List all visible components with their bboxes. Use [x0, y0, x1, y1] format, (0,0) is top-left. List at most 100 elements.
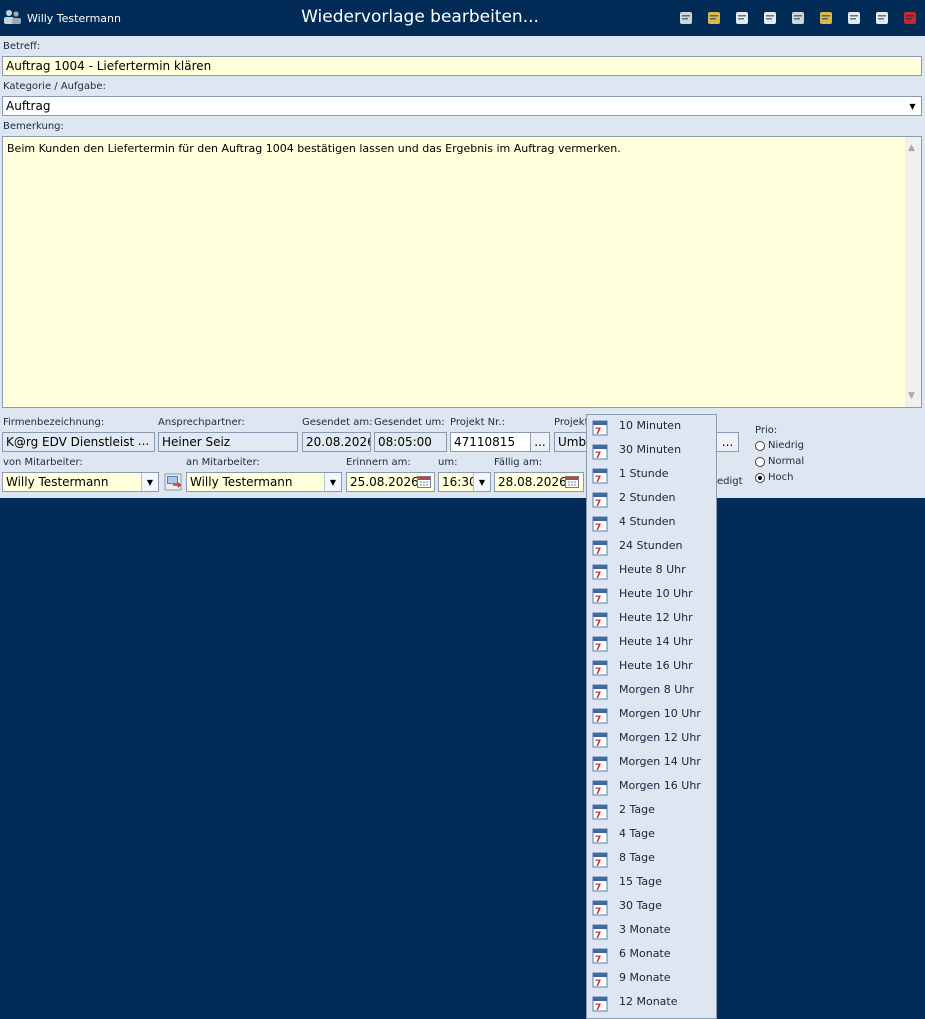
dropdown-item[interactable]: 7 Morgen 10 Uhr — [587, 703, 716, 727]
bemerkung-text: Beim Kunden den Liefertermin für den Auf… — [7, 142, 621, 155]
calendar-icon: 7 — [592, 660, 608, 676]
dropdown-item[interactable]: 7 2 Tage — [587, 799, 716, 823]
an-dropdown-arrow[interactable]: ▼ — [324, 473, 341, 491]
radio-dot — [755, 440, 765, 451]
an-mitarbeiter-select[interactable]: Willy Testermann — [186, 472, 342, 492]
svg-text:7: 7 — [595, 859, 601, 868]
um-value: 16:30 — [442, 475, 477, 489]
dropdown-item[interactable]: 7 3 Monate — [587, 919, 716, 943]
dropdown-item[interactable]: 7 1 Stunde — [587, 463, 716, 487]
projekt-nr-input[interactable]: 47110815 — [450, 432, 531, 452]
prio-option-label: Normal — [768, 456, 805, 467]
calendar-icon: 7 — [592, 468, 608, 484]
transfer-user-icon[interactable] — [164, 473, 182, 491]
dropdown-item[interactable]: 7 Heute 12 Uhr — [587, 607, 716, 631]
save-icon[interactable] — [873, 9, 891, 27]
projekt-lookup-button[interactable]: ... — [716, 432, 739, 452]
edit-form: Betreff: Auftrag 1004 - Liefertermin klä… — [0, 36, 925, 498]
svg-text:7: 7 — [595, 523, 601, 532]
calendar-icon: 7 — [592, 828, 608, 844]
dropdown-item[interactable]: 7 6 Monate — [587, 943, 716, 967]
von-label: von Mitarbeiter: — [3, 457, 83, 468]
calendar-icon: 7 — [592, 708, 608, 724]
prio-radio-niedrig[interactable]: Niedrig — [755, 440, 804, 451]
memo-scrollbar[interactable]: ▲ ▼ — [905, 137, 921, 407]
dropdown-item[interactable]: 7 10 Minuten — [587, 415, 716, 439]
dropdown-item[interactable]: 7 2 Stunden — [587, 487, 716, 511]
radio-dot — [755, 456, 765, 467]
von-value: Willy Testermann — [6, 475, 109, 489]
print-icon[interactable] — [789, 9, 807, 27]
gesendet-um-field: 08:05:00 — [374, 432, 447, 452]
dropdown-item[interactable]: 7 4 Tage — [587, 823, 716, 847]
phone-book-icon[interactable] — [705, 9, 723, 27]
von-dropdown-arrow[interactable]: ▼ — [141, 473, 158, 491]
exit-icon[interactable] — [901, 9, 919, 27]
dropdown-item[interactable]: 7 15 Tage — [587, 871, 716, 895]
copy-icon[interactable] — [761, 9, 779, 27]
svg-text:7: 7 — [595, 475, 601, 484]
dropdown-item[interactable]: 7 4 Stunden — [587, 511, 716, 535]
svg-text:7: 7 — [595, 883, 601, 892]
dropdown-item-label: 12 Monate — [619, 995, 678, 1008]
von-mitarbeiter-select[interactable]: Willy Testermann — [2, 472, 159, 492]
dropdown-item[interactable]: 7 Morgen 12 Uhr — [587, 727, 716, 751]
dropdown-item[interactable]: 7 Heute 8 Uhr — [587, 559, 716, 583]
calendar-icon: 7 — [592, 684, 608, 700]
bemerkung-textarea[interactable]: Beim Kunden den Liefertermin für den Auf… — [2, 136, 922, 408]
svg-text:7: 7 — [595, 955, 601, 964]
svg-text:7: 7 — [595, 739, 601, 748]
scroll-up-icon[interactable]: ▲ — [908, 141, 915, 155]
dropdown-item[interactable]: 7 8 Tage — [587, 847, 716, 871]
projekt-label: Projekt — [554, 417, 589, 428]
kategorie-select[interactable]: Auftrag — [2, 96, 922, 116]
dropdown-item[interactable]: 7 24 Stunden — [587, 535, 716, 559]
dropdown-item[interactable]: 7 Morgen 16 Uhr — [587, 775, 716, 799]
delete-document-icon[interactable] — [845, 9, 863, 27]
wand-icon[interactable] — [817, 9, 835, 27]
prio-radio-hoch[interactable]: Hoch — [755, 472, 793, 483]
betreff-input[interactable]: Auftrag 1004 - Liefertermin klären — [2, 56, 922, 76]
calendar-icon: 7 — [592, 492, 608, 508]
dropdown-item-label: Morgen 10 Uhr — [619, 707, 701, 720]
svg-text:7: 7 — [595, 571, 601, 580]
dropdown-item[interactable]: 7 Morgen 8 Uhr — [587, 679, 716, 703]
gear-icon[interactable] — [677, 9, 695, 27]
prio-radio-normal[interactable]: Normal — [755, 456, 804, 467]
projekt-nr-lookup-button[interactable]: ... — [530, 432, 550, 452]
calendar-icon: 7 — [592, 876, 608, 892]
dropdown-item-label: 6 Monate — [619, 947, 671, 960]
radio-dot-selected — [755, 472, 765, 483]
dropdown-item-label: 8 Tage — [619, 851, 655, 864]
gesendet-am-label: Gesendet am: — [302, 417, 373, 428]
dropdown-item[interactable]: 7 30 Tage — [587, 895, 716, 919]
svg-text:7: 7 — [595, 1003, 601, 1012]
dropdown-item[interactable]: 7 Heute 16 Uhr — [587, 655, 716, 679]
dropdown-item[interactable]: 7 9 Monate — [587, 967, 716, 991]
kategorie-dropdown-arrow[interactable]: ▼ — [904, 97, 921, 115]
firma-lookup-button[interactable]: ... — [134, 434, 153, 450]
dropdown-item[interactable]: 7 Heute 14 Uhr — [587, 631, 716, 655]
svg-text:7: 7 — [595, 619, 601, 628]
dropdown-item-label: 24 Stunden — [619, 539, 683, 552]
dropdown-item-label: 30 Minuten — [619, 443, 682, 456]
svg-text:7: 7 — [595, 787, 601, 796]
svg-text:7: 7 — [595, 715, 601, 724]
um-dropdown-arrow[interactable]: ▼ — [473, 473, 490, 491]
dropdown-item[interactable]: 7 30 Minuten — [587, 439, 716, 463]
dropdown-item[interactable]: 7 Morgen 14 Uhr — [587, 751, 716, 775]
ansprech-field: Heiner Seiz — [158, 432, 298, 452]
projekt-field: Umba — [554, 432, 588, 452]
erinnern-calendar-icon[interactable] — [416, 474, 432, 490]
faellig-calendar-icon[interactable] — [564, 474, 580, 490]
calendar-icon: 7 — [592, 444, 608, 460]
calendar-icon: 7 — [592, 516, 608, 532]
faellig-label: Fällig am: — [494, 457, 543, 468]
dropdown-item[interactable]: 7 12 Monate — [587, 991, 716, 1015]
calendar-icon: 7 — [592, 732, 608, 748]
scroll-down-icon[interactable]: ▼ — [908, 389, 915, 403]
calendar-icon: 7 — [592, 804, 608, 820]
key-icon[interactable] — [733, 9, 751, 27]
svg-text:7: 7 — [595, 451, 601, 460]
dropdown-item[interactable]: 7 Heute 10 Uhr — [587, 583, 716, 607]
